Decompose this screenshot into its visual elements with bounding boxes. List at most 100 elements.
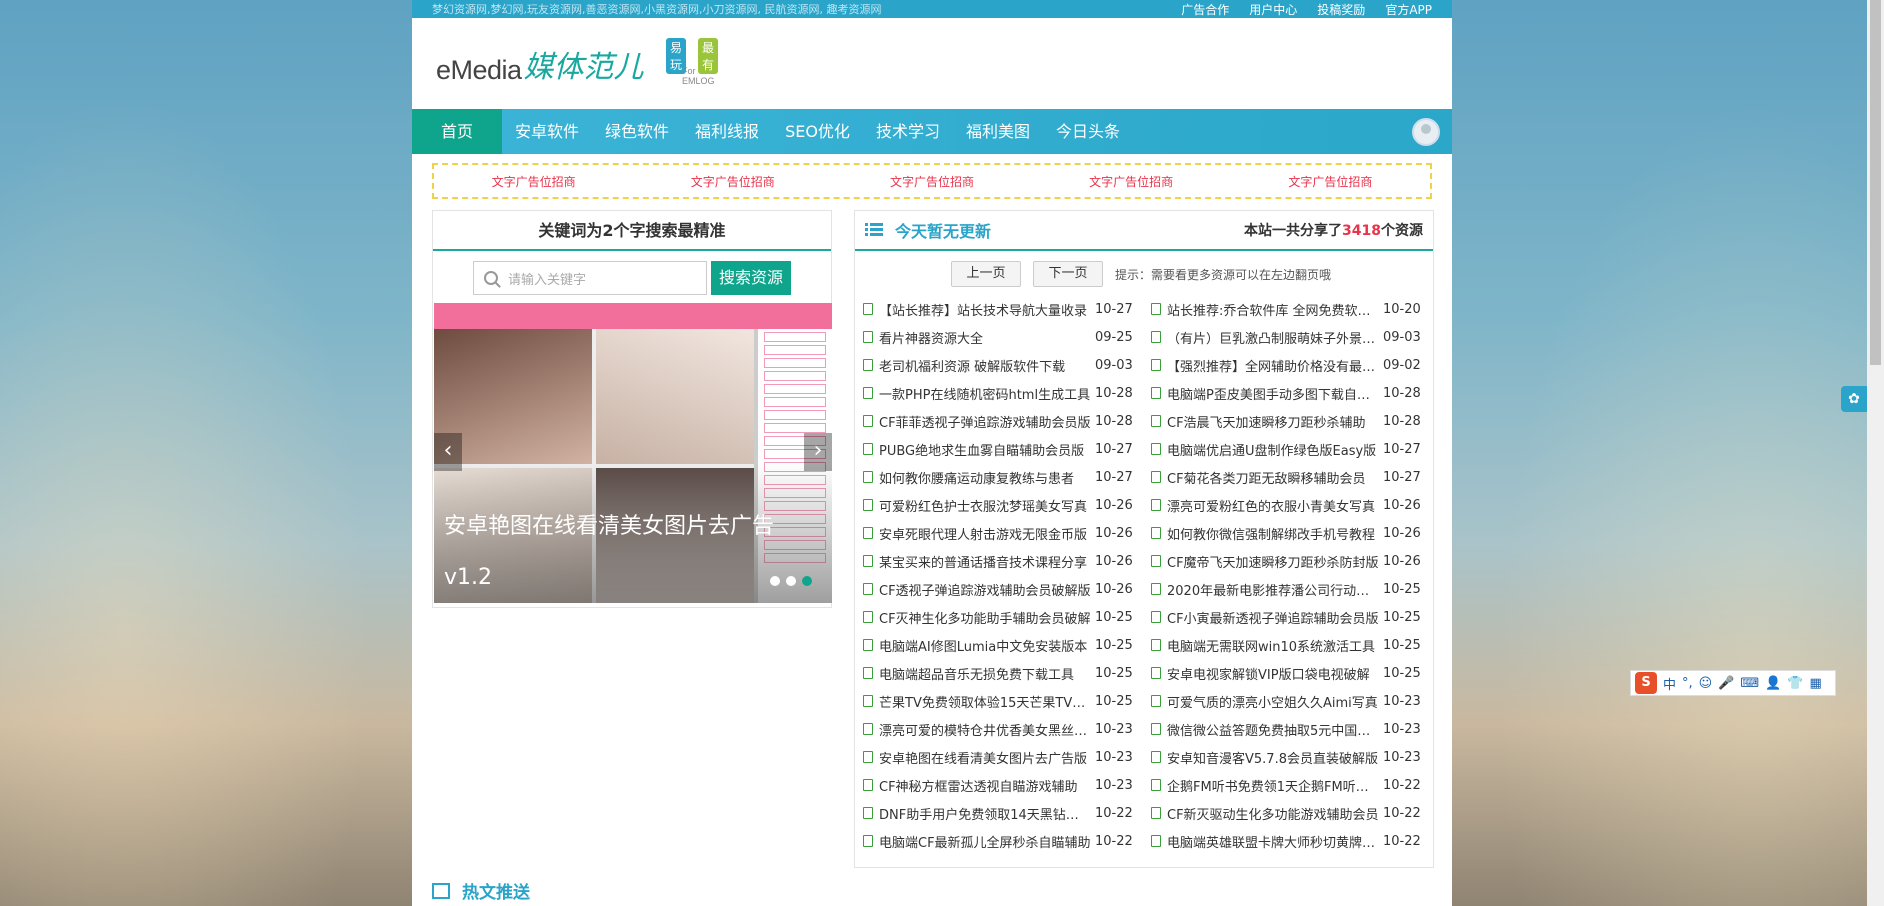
list-item-title[interactable]: 一款PHP在线随机密码html生成工具 [879,384,1091,403]
list-item-title[interactable]: 安卓死眼代理人射击游戏无限金币版 [879,524,1091,543]
list-item[interactable]: 微信微公益答题免费抽取5元中国移动 10-23 [1151,715,1439,743]
next-page-button[interactable]: 下一页 [1033,261,1103,287]
prev-page-button[interactable]: 上一页 [951,261,1021,287]
list-item-title[interactable]: 老司机福利资源 破解版软件下载 [879,356,1091,375]
top-link-app[interactable]: 官方APP [1385,1,1432,18]
top-link-submit[interactable]: 投稿奖励 [1317,1,1365,18]
page-scrollbar[interactable] [1867,0,1884,906]
list-item-title[interactable]: 漂亮可爱的模特仓井优香美女黑丝写真 [879,720,1091,739]
ime-item[interactable]: ☺ [1699,676,1713,691]
list-item[interactable]: 2020年最新电影推荐潘公司行动全集 10-25 [1151,575,1439,603]
friend-links-text[interactable]: 梦幻资源网,梦幻网,玩友资源网,善恶资源网,小黑资源网,小刀资源网, 民航资源网… [432,1,881,17]
list-item-title[interactable]: CF透视子弹追踪游戏辅助会员破解版 [879,580,1091,599]
list-item[interactable]: CF浩晨飞天加速瞬移刀距秒杀辅助 10-28 [1151,407,1439,435]
list-item[interactable]: CF魔帝飞天加速瞬移刀距秒杀防封版 10-26 [1151,547,1439,575]
list-item[interactable]: 可爱粉红色护士衣服沈梦瑶美女写真 10-26 [863,491,1151,519]
slider-dot-active[interactable] [802,576,812,586]
list-item[interactable]: 可爱气质的漂亮小空姐久久Aimi写真 10-23 [1151,687,1439,715]
list-item-title[interactable]: 看片神器资源大全 [879,328,1091,347]
list-item[interactable]: 安卓死眼代理人射击游戏无限金币版 10-26 [863,519,1151,547]
search-button[interactable]: 搜索资源 [711,261,791,295]
slider-caption[interactable]: 安卓艳图在线看清美女图片去广告 [444,508,774,540]
slider-prev-arrow-icon[interactable]: ‹ [434,433,462,471]
list-item-title[interactable]: 【强烈推荐】全网辅助价格没有最低只有更低 [1167,356,1379,375]
list-item[interactable]: 电脑端英雄联盟卡牌大师秒切黄牌工具 10-22 [1151,827,1439,855]
list-item[interactable]: 电脑端CF最新孤儿全屏秒杀自瞄辅助 10-22 [863,827,1151,855]
list-item[interactable]: 芒果TV免费领取体验15天芒果TV会员 10-25 [863,687,1151,715]
ime-item[interactable]: ⌨ [1740,676,1759,691]
text-ad-3[interactable]: 文字广告位招商 [890,173,974,190]
nav-item-android[interactable]: 安卓软件 [502,109,592,154]
user-avatar-icon[interactable] [1412,118,1440,146]
list-item[interactable]: 电脑端超品音乐无损免费下载工具 10-25 [863,659,1151,687]
list-item-title[interactable]: 如何教你微信强制解绑改手机号教程 [1167,524,1379,543]
list-item[interactable]: 安卓电视家解锁VIP版口袋电视破解 10-25 [1151,659,1439,687]
list-item-title[interactable]: 站长推荐:乔合软件库 全网免费软件分享 [1167,300,1379,319]
list-item-title[interactable]: CF菊花各类刀距无敌瞬移辅助会员 [1167,468,1379,487]
list-item[interactable]: 电脑端优启通U盘制作绿色版Easy版 10-27 [1151,435,1439,463]
text-ad-5[interactable]: 文字广告位招商 [1288,173,1372,190]
text-ad-4[interactable]: 文字广告位招商 [1089,173,1173,190]
list-item[interactable]: 看片神器资源大全 09-25 [863,323,1151,351]
list-item-title[interactable]: 如何教你腰痛运动康复教练与患者 [879,468,1091,487]
list-item-title[interactable]: 可爱气质的漂亮小空姐久久Aimi写真 [1167,692,1379,711]
nav-item-home[interactable]: 首页 [412,109,503,154]
list-item-title[interactable]: 电脑端AI修图Lumia中文免安装版本 [879,636,1091,655]
ime-item[interactable]: 🎤 [1718,676,1734,691]
ime-item[interactable]: °, [1682,676,1693,691]
list-item[interactable]: 某宝买来的普通话播音技术课程分享 10-26 [863,547,1151,575]
list-item[interactable]: 一款PHP在线随机密码html生成工具 10-28 [863,379,1151,407]
list-item-title[interactable]: 电脑端英雄联盟卡牌大师秒切黄牌工具 [1167,832,1379,851]
search-input[interactable]: 请输入关键字 [473,261,707,295]
list-item[interactable]: 站长推荐:乔合软件库 全网免费软件分享 10-20 [1151,295,1439,323]
list-item[interactable]: CF神秘方框雷达透视自瞄游戏辅助 10-23 [863,771,1151,799]
nav-item-pictures[interactable]: 福利美图 [953,109,1043,154]
text-ad-2[interactable]: 文字广告位招商 [691,173,775,190]
share-icon[interactable]: ✿ [1841,386,1867,412]
list-item-title[interactable]: CF灭神生化多功能助手辅助会员破解 [879,608,1091,627]
list-item[interactable]: CF透视子弹追踪游戏辅助会员破解版 10-26 [863,575,1151,603]
list-item-title[interactable]: 芒果TV免费领取体验15天芒果TV会员 [879,692,1091,711]
list-item-title[interactable]: 安卓艳图在线看清美女图片去广告版 [879,748,1091,767]
list-item[interactable]: CF菊花各类刀距无敌瞬移辅助会员 10-27 [1151,463,1439,491]
list-item[interactable]: CF小寅最新透视子弹追踪辅助会员版 10-25 [1151,603,1439,631]
ime-item[interactable]: ▦ [1810,676,1822,691]
list-item-title[interactable]: PUBG绝地求生血雾自瞄辅助会员版 [879,440,1091,459]
top-link-user-center[interactable]: 用户中心 [1249,1,1297,18]
list-item[interactable]: CF菲菲透视子弹追踪游戏辅助会员版 10-28 [863,407,1151,435]
nav-item-green-software[interactable]: 绿色软件 [592,109,682,154]
list-item-title[interactable]: 2020年最新电影推荐潘公司行动全集 [1167,580,1379,599]
list-item[interactable]: 电脑端无需联网win10系统激活工具 10-25 [1151,631,1439,659]
ime-item[interactable]: 👤 [1765,676,1781,691]
list-item[interactable]: 电脑端AI修图Lumia中文免安装版本 10-25 [863,631,1151,659]
nav-item-seo[interactable]: SEO优化 [772,109,863,154]
nav-item-tech[interactable]: 技术学习 [863,109,953,154]
list-item-title[interactable]: CF新灭驱动生化多功能游戏辅助会员 [1167,804,1379,823]
list-item-title[interactable]: 微信微公益答题免费抽取5元中国移动 [1167,720,1379,739]
list-item[interactable]: 【强烈推荐】全网辅助价格没有最低只有更低09-02 [1151,351,1439,379]
nav-item-headlines[interactable]: 今日头条 [1043,109,1133,154]
list-item[interactable]: 电脑端P歪皮美图手动多图下载自动版 10-28 [1151,379,1439,407]
list-item[interactable]: 【站长推荐】站长技术导航大量收录 10-27 [863,295,1151,323]
list-item-title[interactable]: 电脑端优启通U盘制作绿色版Easy版 [1167,440,1379,459]
sogou-logo-icon[interactable]: S [1635,672,1657,694]
ime-item[interactable]: 中 [1663,674,1676,693]
list-item-title[interactable]: 电脑端超品音乐无损免费下载工具 [879,664,1091,683]
site-logo[interactable]: eMedia 媒体范儿 易玩 最有 For EMLOG [436,37,719,86]
image-slider[interactable]: 安卓艳图在线看清美女图片去广告 v1.2 ‹ › [434,303,832,603]
list-item-title[interactable]: CF神秘方框雷达透视自瞄游戏辅助 [879,776,1091,795]
list-item[interactable]: PUBG绝地求生血雾自瞄辅助会员版 10-27 [863,435,1151,463]
ime-item[interactable]: 👕 [1787,676,1803,691]
list-item-title[interactable]: 【站长推荐】站长技术导航大量收录 [879,300,1091,319]
list-item[interactable]: （有片）巨乳激凸制服萌妹子外景写真 09-03 [1151,323,1439,351]
list-item-title[interactable]: （有片）巨乳激凸制服萌妹子外景写真 [1167,328,1379,347]
list-item-title[interactable]: 漂亮可爱粉红色的衣服小青美女写真 [1167,496,1379,515]
list-item[interactable]: DNF助手用户免费领取14天黑钻会员 10-22 [863,799,1151,827]
slider-next-arrow-icon[interactable]: › [804,433,832,471]
list-item[interactable]: 漂亮可爱粉红色的衣服小青美女写真 10-26 [1151,491,1439,519]
list-item[interactable]: 企鹅FM听书免费领1天企鹅FM听书会员 10-22 [1151,771,1439,799]
list-item-title[interactable]: 某宝买来的普通话播音技术课程分享 [879,552,1091,571]
list-item-title[interactable]: 安卓电视家解锁VIP版口袋电视破解 [1167,664,1379,683]
list-item[interactable]: 如何教你腰痛运动康复教练与患者 10-27 [863,463,1151,491]
list-item[interactable]: CF灭神生化多功能助手辅助会员破解 10-25 [863,603,1151,631]
